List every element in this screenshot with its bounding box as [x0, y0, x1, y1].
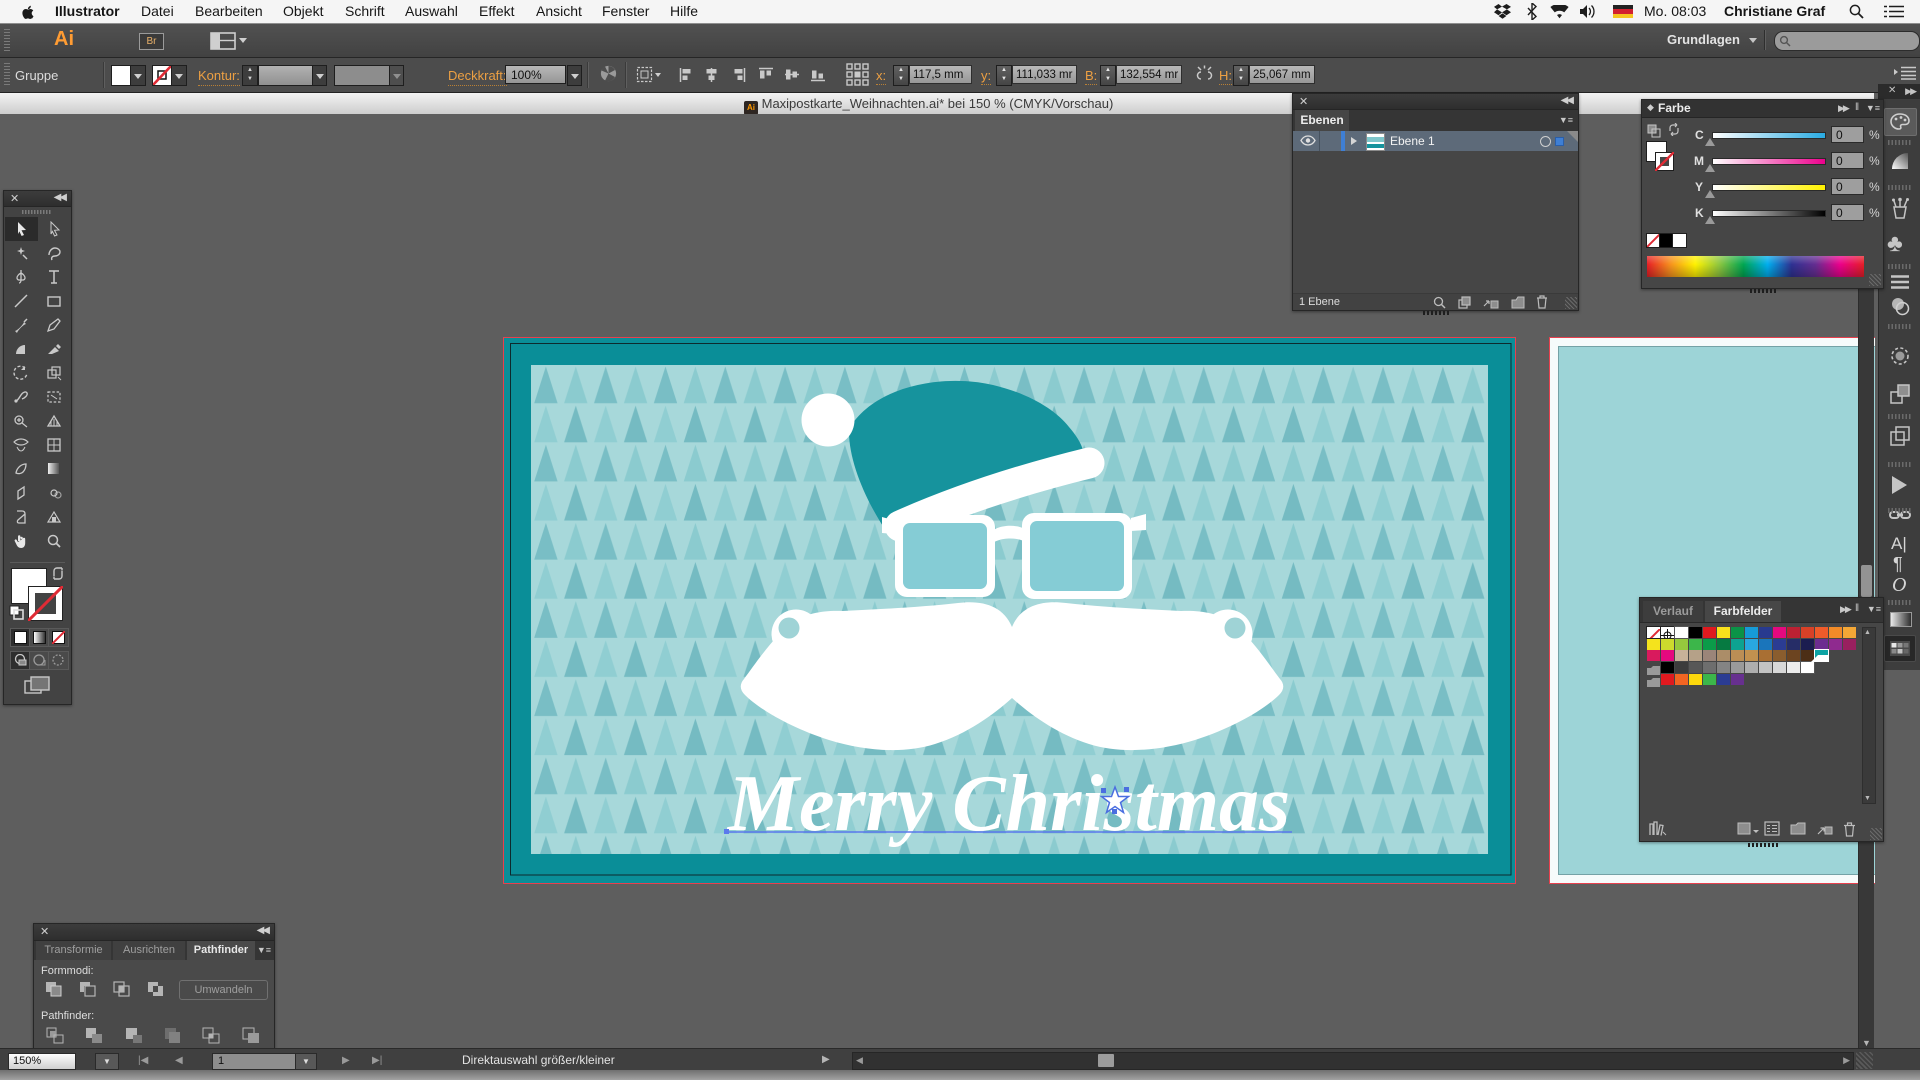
svg-text:Merry Christmas: Merry Christmas — [726, 760, 1290, 848]
